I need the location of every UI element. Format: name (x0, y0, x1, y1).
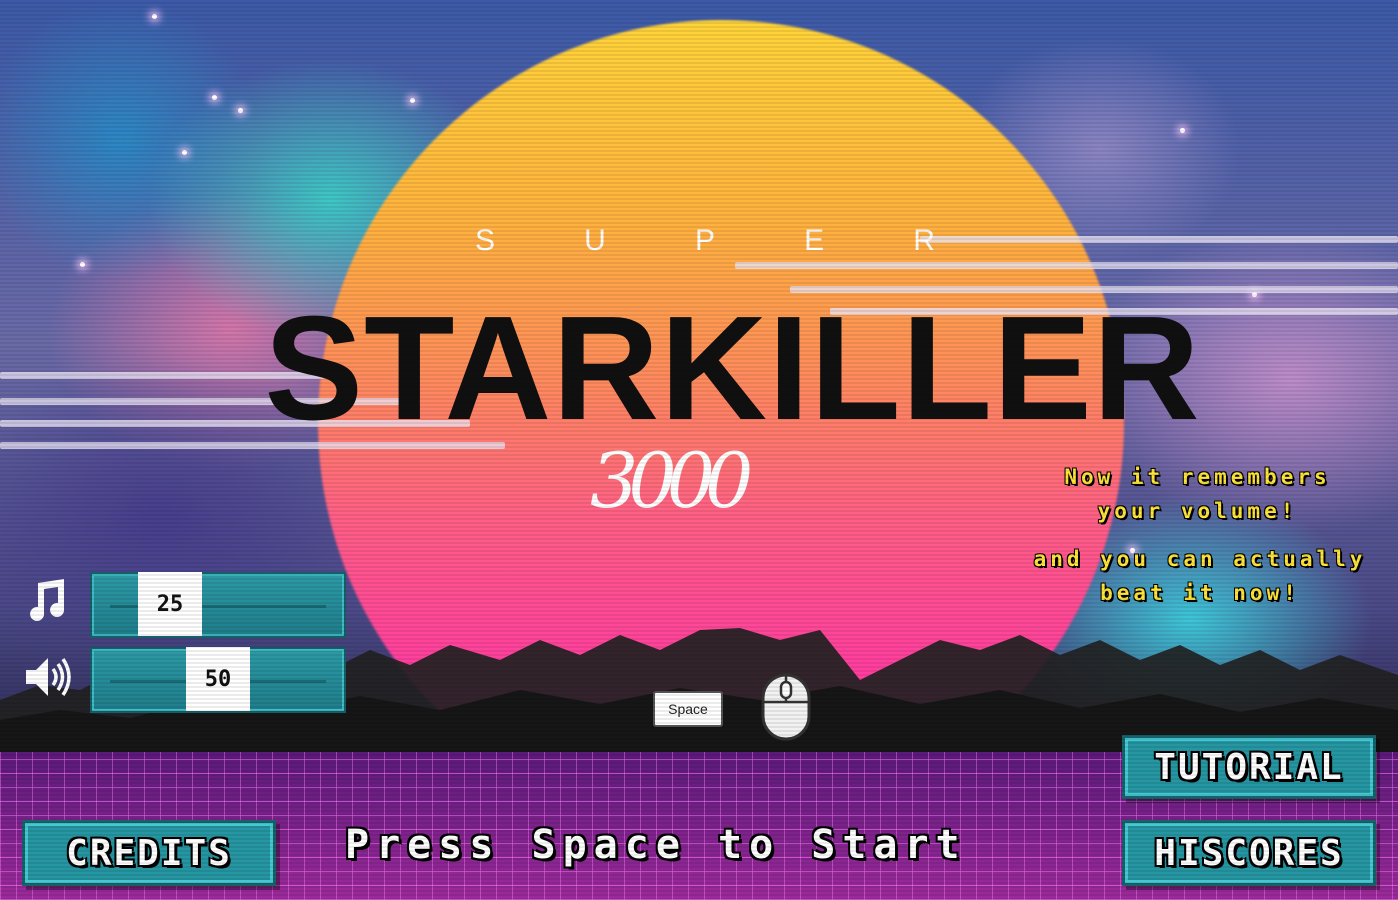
star (80, 262, 85, 267)
update-note-volume: Now it remembers your volume! (1025, 460, 1370, 528)
speaker-icon (26, 658, 71, 696)
space-key-icon: Space (653, 691, 723, 727)
star (212, 95, 217, 100)
light-streak (920, 236, 1398, 243)
star (152, 14, 157, 19)
music-note-icon (30, 579, 65, 621)
star (1180, 128, 1185, 133)
music-volume-slider[interactable]: 25 (90, 572, 346, 638)
game-title: STARKILLER (264, 286, 1201, 451)
title-super-letter: U (584, 224, 606, 257)
title-super-letter: P (694, 224, 715, 257)
press-space-to-start: Press Space to Start (345, 822, 967, 868)
title-super-letter: S (475, 224, 496, 257)
title-super-letter: E (804, 224, 825, 257)
star (182, 150, 187, 155)
hiscores-button[interactable]: HISCORES (1122, 820, 1376, 886)
note-line: Now it remembers (1064, 465, 1331, 489)
star (410, 98, 415, 103)
sound-volume-slider[interactable]: 50 (90, 647, 346, 713)
title-year: 3000 (590, 436, 753, 525)
credits-button[interactable]: CREDITS (22, 820, 276, 886)
sound-volume-thumb[interactable]: 50 (186, 647, 250, 711)
update-note-beatable: and you can actually beat it now! (1010, 542, 1390, 610)
music-volume-thumb[interactable]: 25 (138, 572, 202, 636)
note-line: and you can actually (1033, 547, 1367, 571)
tutorial-button[interactable]: TUTORIAL (1122, 735, 1376, 799)
light-streak (735, 262, 1398, 269)
note-line: beat it now! (1100, 581, 1300, 605)
title-super-letter: R (913, 224, 935, 257)
note-line: your volume! (1097, 499, 1298, 523)
title-super: S U P E R (475, 224, 935, 258)
star (238, 108, 243, 113)
mouse-icon (761, 673, 811, 741)
